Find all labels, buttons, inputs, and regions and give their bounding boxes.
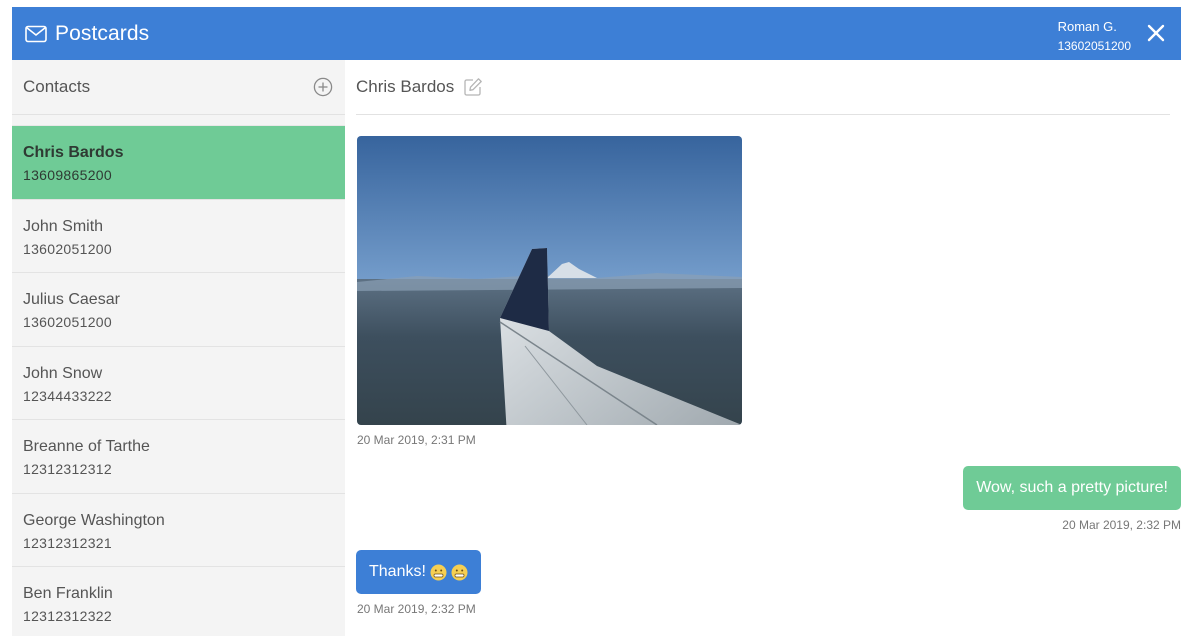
app-header: Postcards Roman G. 13602051200 <box>12 7 1181 60</box>
contact-phone: 13602051200 <box>23 240 112 257</box>
contacts-sidebar: Contacts Chris Bardos 13609865200 John S… <box>12 60 345 636</box>
contact-item-chris-bardos[interactable]: Chris Bardos 13609865200 <box>12 126 345 200</box>
contact-phone: 12312312322 <box>23 608 112 624</box>
contact-item-john-snow[interactable]: John Snow 12344433222 <box>12 347 345 420</box>
user-name: Roman G. <box>1057 19 1117 34</box>
sent-message-bubble: Wow, such a pretty picture! <box>963 466 1181 510</box>
contact-phone: 13602051200 <box>23 314 112 330</box>
grimace-emoji <box>451 564 468 580</box>
grimace-emoji <box>430 564 447 580</box>
conversation-contact-name: Chris Bardos <box>356 77 455 96</box>
contact-name: John Snow <box>23 364 103 382</box>
contact-item-julius-caesar[interactable]: Julius Caesar 13602051200 <box>12 273 345 347</box>
contact-name: Breanne of Tarthe <box>23 438 150 455</box>
contact-item-john-smith[interactable]: John Smith 13602051200 <box>12 200 345 273</box>
user-phone: 13602051200 <box>1057 39 1131 53</box>
contacts-title: Contacts <box>23 77 91 96</box>
received-message-bubble: Thanks! <box>356 550 481 594</box>
contact-item-breanne-of-tarthe[interactable]: Breanne of Tarthe 12312312312 <box>12 420 345 494</box>
close-icon[interactable] <box>1145 22 1167 44</box>
contact-phone: 12344433222 <box>23 387 112 404</box>
conversation-pane: Chris Bardos 20 Mar 2019, 2:31 PM Wow, s… <box>345 60 1181 636</box>
conversation-header: Chris Bardos <box>356 60 1170 115</box>
contact-name: Chris Bardos <box>23 144 124 161</box>
current-user: Roman G. 13602051200 <box>1058 19 1131 54</box>
message-text: Thanks! <box>369 563 426 580</box>
envelope-icon <box>25 25 47 42</box>
app-title: Postcards <box>55 21 150 45</box>
app-brand: Postcards <box>25 7 149 60</box>
edit-icon[interactable] <box>463 77 483 97</box>
message-timestamp: 20 Mar 2019, 2:32 PM <box>357 602 476 616</box>
contact-phone: 13609865200 <box>23 167 112 183</box>
contact-name: John Smith <box>23 217 104 235</box>
contact-name: Ben Franklin <box>23 585 113 602</box>
contact-name: Julius Caesar <box>23 291 120 308</box>
postcards-app: Postcards Roman G. 13602051200 Contacts … <box>12 7 1181 636</box>
contact-item-george-washington[interactable]: George Washington 12312312321 <box>12 494 345 567</box>
contact-phone: 12312312321 <box>23 534 112 551</box>
contacts-spacer <box>12 115 345 126</box>
contacts-header: Contacts <box>12 60 345 115</box>
message-text: Wow, such a pretty picture! <box>976 479 1168 496</box>
contact-phone: 12312312312 <box>23 461 112 477</box>
postcard-photo[interactable] <box>357 136 742 425</box>
contact-item-ben-franklin[interactable]: Ben Franklin 12312312322 <box>12 567 345 636</box>
add-contact-icon[interactable] <box>313 77 333 97</box>
contact-name: George Washington <box>23 511 165 529</box>
message-timestamp: 20 Mar 2019, 2:31 PM <box>357 433 476 447</box>
message-timestamp: 20 Mar 2019, 2:32 PM <box>1062 518 1181 532</box>
